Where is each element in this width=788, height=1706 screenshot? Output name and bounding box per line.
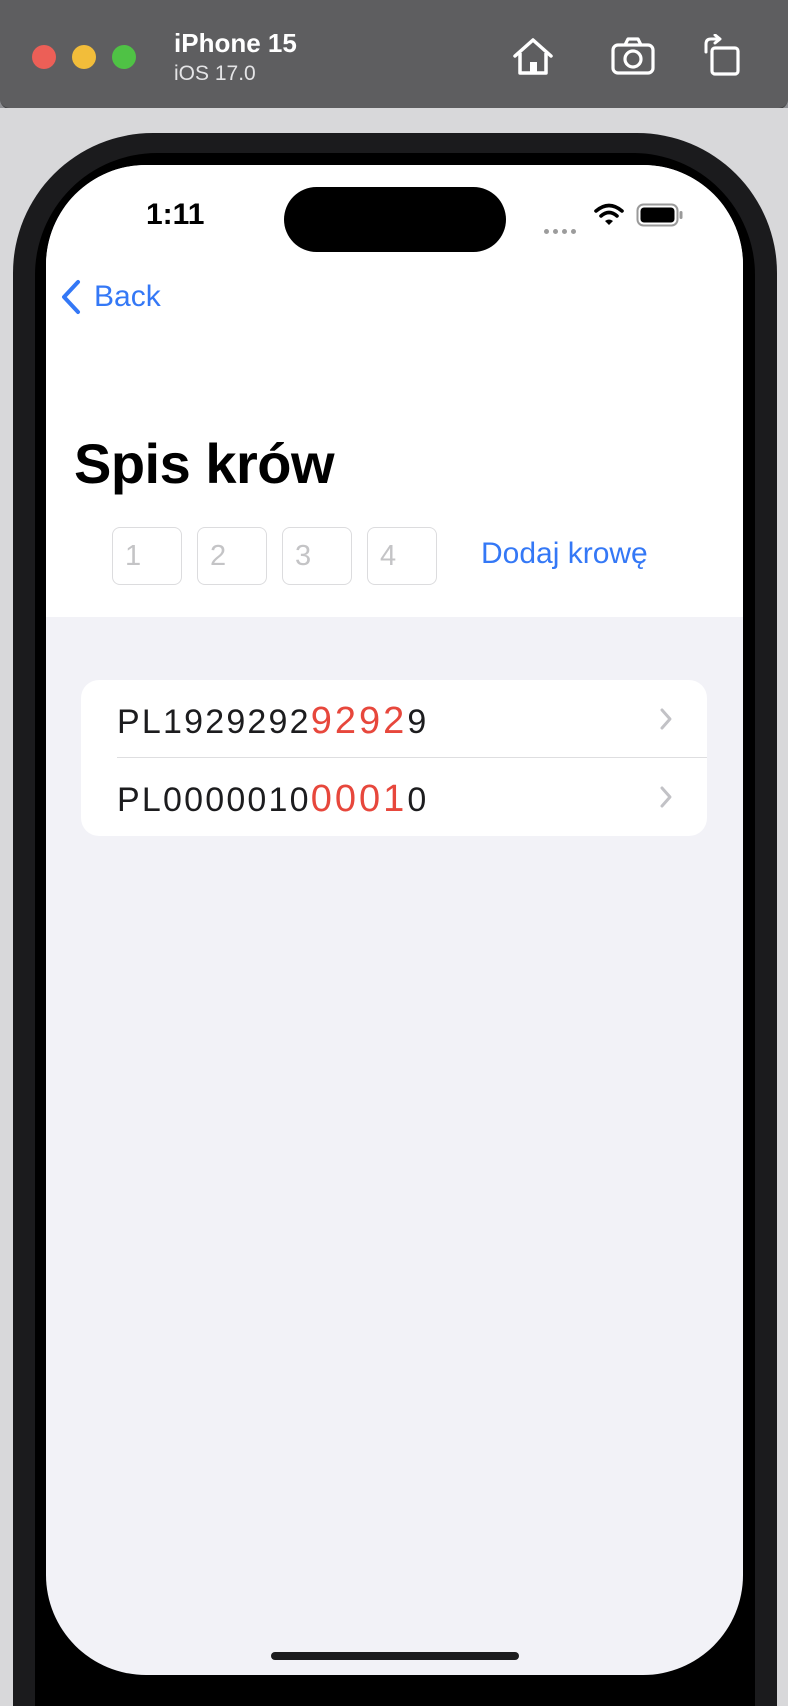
cow-id: PL000001000010 [117, 778, 428, 821]
home-indicator[interactable] [271, 1652, 519, 1660]
cow-id-suffix: 9 [407, 703, 429, 741]
cow-id-highlight: 9292 [310, 700, 408, 742]
dynamic-island [284, 187, 506, 252]
cow-list: PL192929292929 PL000001000010 [81, 680, 707, 836]
add-cow-button[interactable]: Dodaj krowę [481, 537, 648, 571]
cow-id-prefix: PL1929292 [117, 703, 311, 741]
digit-field-1[interactable]: 1 [112, 527, 182, 585]
list-item[interactable]: PL000001000010 [81, 758, 707, 836]
chevron-right-icon [660, 786, 672, 808]
back-button[interactable]: Back [60, 277, 161, 317]
list-item[interactable]: PL192929292929 [81, 680, 707, 758]
simulator-title-bar: iPhone 15 iOS 17.0 [0, 0, 788, 109]
rotate-icon [704, 33, 740, 76]
page-title: Spis krów [74, 432, 335, 495]
cellular-dots-icon [544, 221, 580, 239]
digit-field-3[interactable]: 3 [282, 527, 352, 585]
wifi-icon [594, 203, 624, 225]
minimize-window-button[interactable] [72, 45, 96, 69]
close-window-button[interactable] [32, 45, 56, 69]
chevron-right-icon [660, 708, 672, 730]
home-button[interactable] [510, 34, 556, 78]
device-screen: 1:11 Back Spis krów 1 2 3 4 Dodaj krowę … [46, 165, 743, 1675]
os-version: iOS 17.0 [174, 62, 256, 85]
chevron-left-icon [62, 280, 80, 314]
device-name: iPhone 15 [174, 28, 297, 58]
cow-id: PL192929292929 [117, 700, 428, 743]
screenshot-button[interactable] [610, 34, 656, 78]
cow-id-prefix: PL0000010 [117, 781, 311, 819]
digit-field-4[interactable]: 4 [367, 527, 437, 585]
digit-field-2[interactable]: 2 [197, 527, 267, 585]
battery-icon [636, 203, 683, 227]
home-icon [513, 38, 553, 75]
status-time: 1:11 [146, 198, 205, 231]
zoom-window-button[interactable] [112, 45, 136, 69]
cow-id-suffix: 0 [407, 781, 429, 819]
cow-id-highlight: 0001 [310, 778, 408, 820]
rotate-button[interactable] [700, 33, 746, 78]
screenshot-icon [611, 37, 655, 75]
back-label: Back [94, 280, 161, 313]
